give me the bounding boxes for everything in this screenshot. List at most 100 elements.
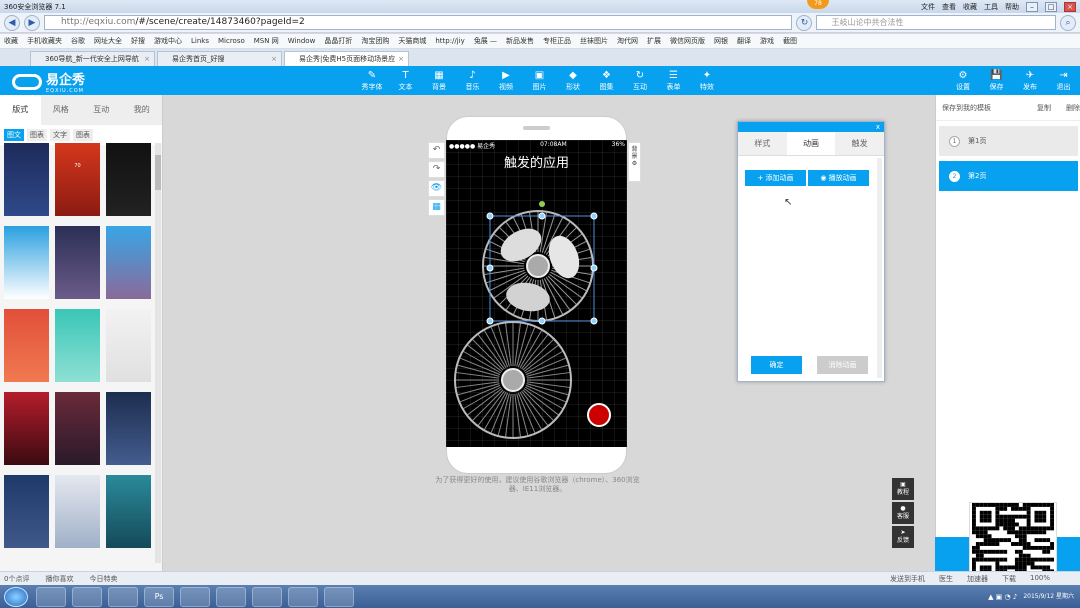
taskbar-app[interactable] — [216, 586, 246, 607]
tab-360-nav[interactable]: 360导航_新一代安全上网导航 × — [30, 51, 155, 66]
template-thumbnail[interactable] — [55, 475, 100, 548]
accelerator-button[interactable]: 加速器 — [967, 574, 988, 584]
favorite-link[interactable]: 淘代网 — [617, 36, 638, 46]
dialog-close-icon[interactable]: x — [876, 123, 880, 131]
eqxiu-logo[interactable]: 易企秀 EQXIU.COM — [12, 69, 85, 94]
menu-favorites[interactable]: 收藏 — [963, 2, 977, 12]
trigger-button[interactable] — [587, 403, 611, 427]
tab-trigger[interactable]: 触发 — [835, 132, 884, 155]
tutorial-button[interactable]: ▣ 教程 — [892, 478, 914, 500]
fan-bottom[interactable] — [454, 321, 572, 439]
tab-eqxiu-editor[interactable]: 易企秀|免费H5页面移动场景应 × — [284, 51, 409, 66]
tray-icons[interactable]: ▲ ▣ ◔ ♪ — [988, 593, 1017, 601]
template-thumbnail[interactable] — [106, 392, 151, 465]
favorite-link[interactable]: http://jiy — [435, 37, 464, 45]
close-tab-icon[interactable]: × — [271, 52, 277, 66]
taskbar-app[interactable] — [288, 586, 318, 607]
tab-style[interactable]: 样式 — [738, 132, 787, 155]
toolbar-video-button[interactable]: ▶ 视频 — [489, 70, 523, 92]
save-button[interactable]: 💾 保存 — [980, 70, 1014, 92]
feedback-button[interactable]: ➤ 反馈 — [892, 526, 914, 548]
fan-top[interactable] — [482, 210, 594, 322]
favorite-link[interactable]: 网址大全 — [94, 36, 122, 46]
music-status[interactable]: 播你喜欢 — [45, 574, 73, 584]
toolbar-shape-button[interactable]: ◆ 形状 — [556, 70, 590, 92]
favorite-link[interactable]: 晶晶打折 — [324, 36, 352, 46]
template-thumbnail[interactable] — [55, 392, 100, 465]
start-button[interactable] — [4, 586, 28, 607]
zoom-level[interactable]: 100% — [1030, 574, 1050, 584]
resize-handle[interactable] — [486, 317, 494, 325]
resize-handle[interactable] — [590, 212, 598, 220]
template-thumbnail[interactable] — [4, 475, 49, 548]
delete-page-button[interactable]: 删除 — [1066, 103, 1080, 113]
add-animation-button[interactable]: + 添加动画 — [745, 170, 806, 186]
settings-gear-icon[interactable]: ⚙ — [632, 160, 637, 167]
grid-icon[interactable]: ▦ — [428, 199, 445, 216]
favorite-link[interactable]: 收藏 — [4, 36, 18, 46]
subtab-images[interactable]: 图表 — [27, 129, 47, 141]
template-thumbnail[interactable] — [106, 226, 151, 299]
tab-style[interactable]: 风格 — [41, 95, 82, 125]
favorite-link[interactable]: 新品发售 — [506, 36, 534, 46]
play-animation-button[interactable]: ◉ 播放动画 — [808, 170, 869, 186]
resize-handle[interactable] — [486, 264, 494, 272]
dialog-scrollbar[interactable] — [877, 158, 882, 378]
favorite-link[interactable]: 谷歌 — [71, 36, 85, 46]
menu-help[interactable]: 帮助 — [1005, 2, 1019, 12]
background-tool[interactable]: 背景 ⚙ — [628, 142, 641, 182]
toolbar-text-button[interactable]: T 文本 — [389, 70, 423, 92]
save-template-button[interactable]: 保存到我的模板 — [942, 103, 991, 113]
template-scrollbar[interactable] — [155, 143, 161, 563]
exit-button[interactable]: ⇥ 退出 — [1047, 70, 1080, 92]
favorite-link[interactable]: 专柜正品 — [543, 36, 571, 46]
refresh-icon[interactable]: ↻ — [796, 14, 813, 31]
favorite-link[interactable]: 网银 — [714, 36, 728, 46]
forward-icon[interactable]: ▶ — [23, 14, 40, 31]
tab-interaction[interactable]: 互动 — [81, 95, 122, 125]
preview-eye-icon[interactable]: 👁 — [428, 180, 445, 197]
scene-title[interactable]: 触发的应用 — [446, 152, 627, 171]
favorite-link[interactable]: 截图 — [783, 36, 797, 46]
favorite-link[interactable]: 好搜 — [131, 36, 145, 46]
template-thumbnail[interactable] — [55, 309, 100, 382]
undo-icon[interactable]: ↶ — [428, 142, 445, 159]
toolbar-interaction-button[interactable]: ↻ 互动 — [623, 70, 657, 92]
download-button[interactable]: 下载 — [1002, 574, 1016, 584]
template-thumbnail[interactable] — [55, 226, 100, 299]
menu-file[interactable]: 文件 — [921, 2, 935, 12]
subtab-charts[interactable]: 图表 — [73, 129, 93, 141]
back-icon[interactable]: ◀ — [4, 14, 20, 31]
confirm-button[interactable]: 确定 — [751, 356, 802, 374]
settings-button[interactable]: ⚙ 设置 — [946, 70, 980, 92]
favorite-link[interactable]: Links — [191, 37, 209, 45]
support-button[interactable]: ● 客服 — [892, 502, 914, 524]
url-input[interactable]: http://eqxiu.com/#/scene/create/14873460… — [43, 15, 793, 30]
taskbar-app[interactable]: Ps — [144, 586, 174, 607]
menu-tools[interactable]: 工具 — [984, 2, 998, 12]
favorite-link[interactable]: 游戏 — [760, 36, 774, 46]
toolbar-effect-button[interactable]: ✦ 特效 — [690, 70, 724, 92]
toolbar-music-button[interactable]: ♪ 音乐 — [456, 70, 490, 92]
taskbar-app[interactable] — [180, 586, 210, 607]
tab-eqxiu-search[interactable]: 易企秀首页_好搜 × — [157, 51, 282, 66]
template-thumbnail[interactable] — [4, 143, 49, 216]
favorite-link[interactable]: MSN 网 — [254, 36, 279, 46]
clear-animation-button[interactable]: 消除动画 — [817, 356, 868, 374]
tab-mine[interactable]: 我的 — [122, 95, 163, 125]
send-to-phone-button[interactable]: 发送到手机 — [890, 574, 925, 584]
favorite-link[interactable]: 兔展 — — [474, 36, 497, 46]
taskbar-app[interactable] — [252, 586, 282, 607]
toolbar-image-button[interactable]: ▣ 图片 — [523, 70, 557, 92]
taskbar-app[interactable] — [36, 586, 66, 607]
favorite-link[interactable]: 游戏中心 — [154, 36, 182, 46]
search-input[interactable]: 王岐山论中共合法性 — [816, 15, 1057, 30]
template-thumbnail[interactable]: 70 — [55, 143, 100, 216]
taskbar-app[interactable] — [72, 586, 102, 607]
rotate-handle[interactable] — [539, 201, 545, 207]
template-thumbnail[interactable] — [4, 392, 49, 465]
toolbar-gallery-button[interactable]: ❖ 图集 — [590, 70, 624, 92]
minimize-button[interactable]: – — [1026, 1, 1038, 12]
favorite-link[interactable]: 微信网页版 — [670, 36, 705, 46]
favorite-link[interactable]: 淘宝团购 — [361, 36, 389, 46]
